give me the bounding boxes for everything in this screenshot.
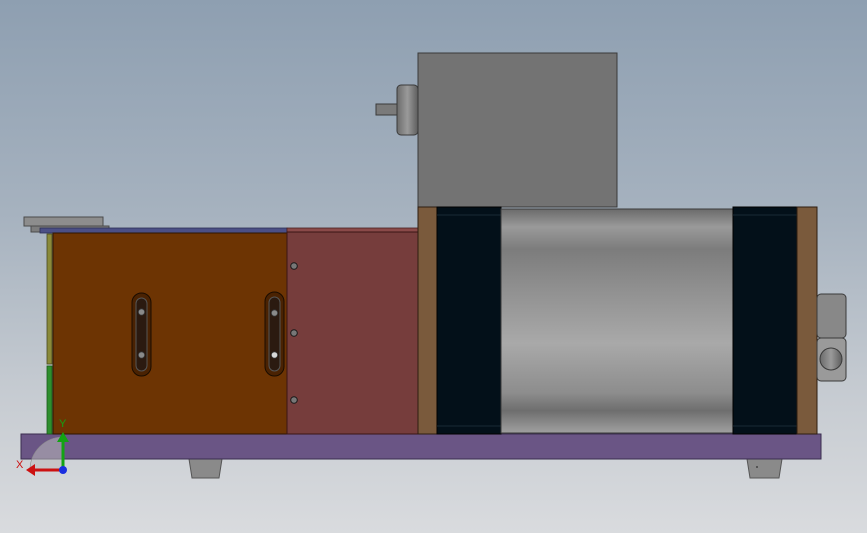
roller-left[interactable] <box>436 206 502 435</box>
slot-left <box>131 292 152 377</box>
motor-shaft <box>375 103 398 116</box>
screw-1 <box>290 262 298 270</box>
drum[interactable] <box>500 208 734 434</box>
top-plate-upper <box>23 216 104 227</box>
screw-2 <box>290 329 298 337</box>
y-axis-label: Y <box>59 418 67 430</box>
top-strip-red <box>286 227 419 233</box>
screw-3 <box>290 396 298 404</box>
z-axis-dot <box>59 466 67 474</box>
motor-flange <box>396 84 419 136</box>
red-housing[interactable] <box>286 231 419 435</box>
foot-right <box>746 458 783 479</box>
slot-right <box>264 291 285 377</box>
left-rail-lower <box>46 365 53 435</box>
foot-left <box>188 458 223 479</box>
left-rail-upper <box>46 233 53 365</box>
top-strip-blue <box>39 227 288 234</box>
cad-viewport[interactable]: Y X <box>0 0 867 533</box>
base-plate[interactable] <box>20 433 822 460</box>
roller-right[interactable] <box>732 206 798 435</box>
motor-housing[interactable] <box>417 52 618 208</box>
frame-side-right <box>796 206 818 435</box>
frame-side-left <box>417 206 438 435</box>
x-axis-label: X <box>16 459 24 471</box>
side-knob[interactable] <box>816 293 847 382</box>
brown-housing[interactable] <box>52 232 288 435</box>
